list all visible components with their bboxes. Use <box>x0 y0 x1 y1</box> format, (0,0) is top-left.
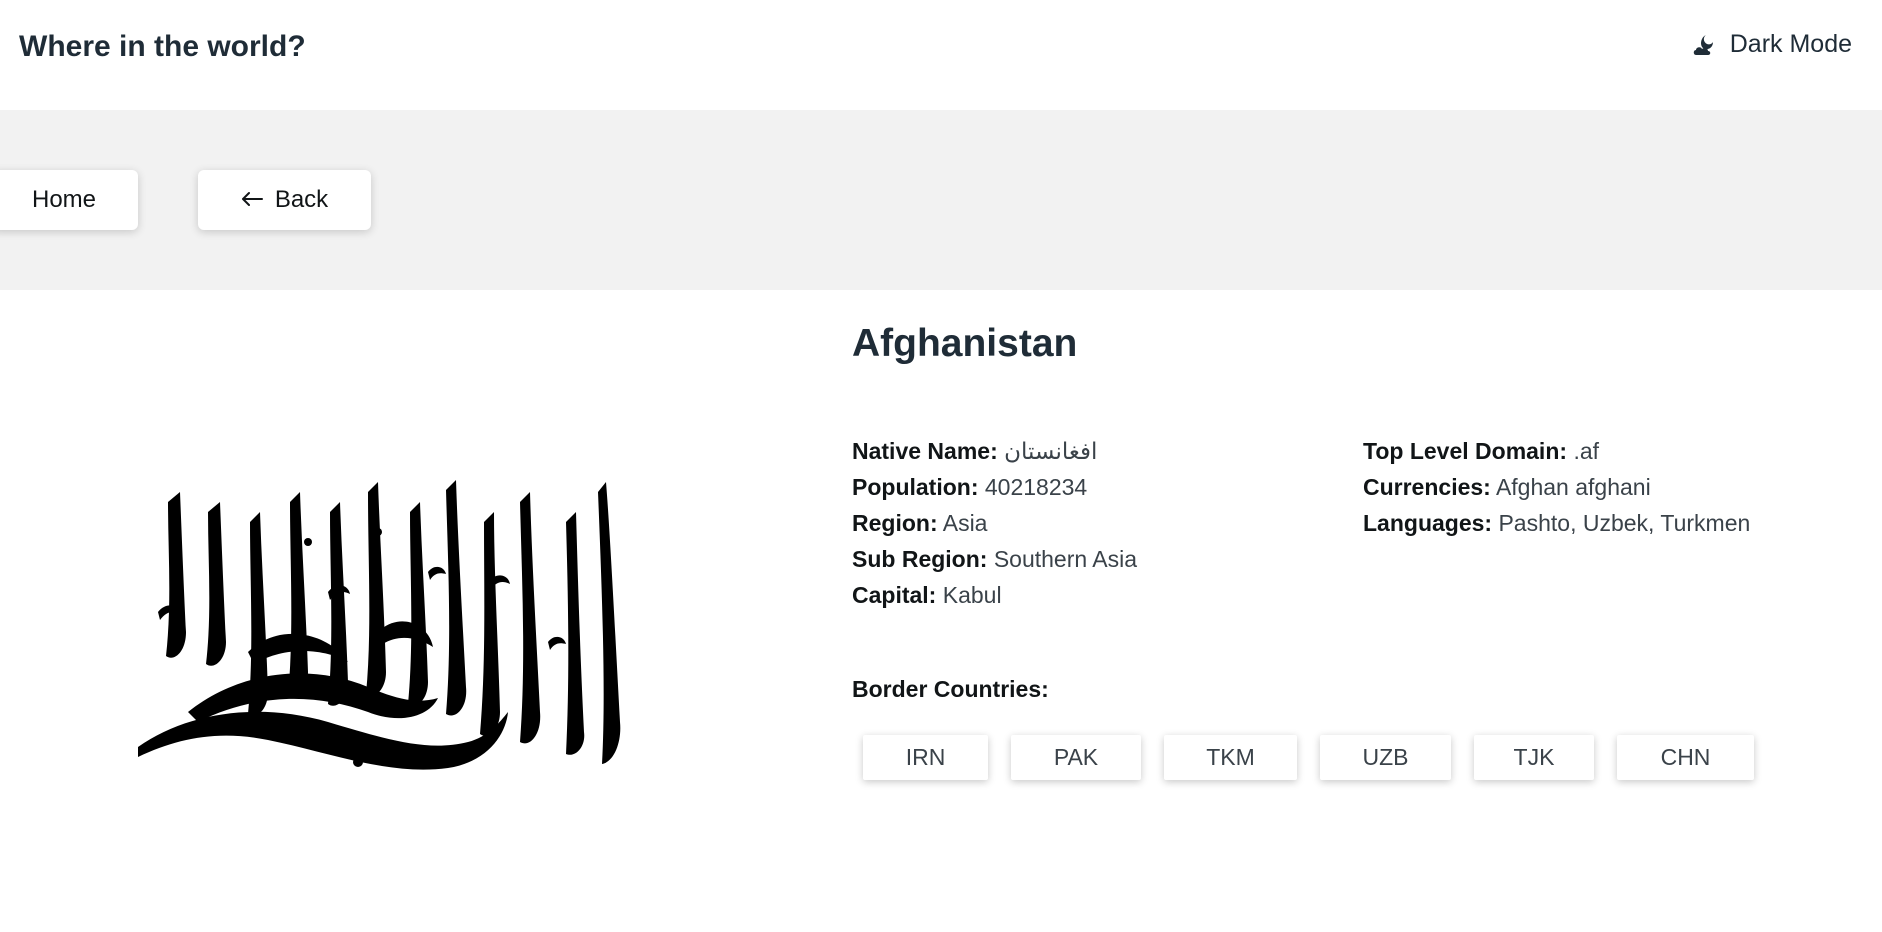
languages-row: Languages: Pashto, Uzbek, Turkmen <box>1363 505 1750 541</box>
country-flag <box>128 472 648 784</box>
detail-label: Population: <box>852 474 979 500</box>
currencies-row: Currencies: Afghan afghani <box>1363 469 1750 505</box>
detail-value: Kabul <box>942 582 1002 608</box>
home-button[interactable]: Home <box>0 170 138 230</box>
detail-label: Capital: <box>852 582 937 608</box>
home-button-label: Home <box>31 186 97 213</box>
top-level-domain-row: Top Level Domain: .af <box>1363 433 1750 469</box>
detail-label: Currencies: <box>1363 474 1491 500</box>
detail-value: Southern Asia <box>993 546 1138 572</box>
detail-value: 40218234 <box>984 474 1088 500</box>
country-name: Afghanistan <box>852 322 1078 365</box>
detail-value: افغانستان <box>1004 438 1098 464</box>
dark-mode-label: Dark Mode <box>1729 30 1852 58</box>
capital-row: Capital: Kabul <box>852 577 1137 613</box>
arrow-left-icon <box>241 186 263 214</box>
detail-label: Region: <box>852 510 938 536</box>
detail-value: Pashto, Uzbek, Turkmen <box>1498 510 1751 536</box>
border-country-chip-tkm[interactable]: TKM <box>1164 735 1297 780</box>
border-country-chip-irn[interactable]: IRN <box>863 735 988 780</box>
border-country-chip-chn[interactable]: CHN <box>1617 735 1754 780</box>
border-country-chip-tjk[interactable]: TJK <box>1474 735 1594 780</box>
app-title: Where in the world? <box>19 30 306 63</box>
border-countries-list: IRN PAK TKM UZB TJK CHN <box>863 735 1754 780</box>
detail-value: .af <box>1573 438 1600 464</box>
nav-band: Home Back <box>0 110 1882 290</box>
details-left-column: Native Name: افغانستان Population: 40218… <box>852 433 1137 613</box>
detail-value: Asia <box>942 510 988 536</box>
detail-label: Native Name: <box>852 438 998 464</box>
details-right-column: Top Level Domain: .af Currencies: Afghan… <box>1363 433 1750 541</box>
app-header: Where in the world? Dark Mode <box>0 0 1882 110</box>
region-row: Region: Asia <box>852 505 1137 541</box>
native-name-row: Native Name: افغانستان <box>852 433 1137 469</box>
border-country-chip-pak[interactable]: PAK <box>1011 735 1141 780</box>
back-button-label: Back <box>274 186 329 213</box>
detail-label: Sub Region: <box>852 546 988 572</box>
dark-mode-toggle[interactable]: Dark Mode <box>1692 30 1852 59</box>
moon-cloud-icon <box>1692 33 1718 57</box>
sub-region-row: Sub Region: Southern Asia <box>852 541 1137 577</box>
flag-calligraphy-image <box>128 472 648 784</box>
border-country-chip-uzb[interactable]: UZB <box>1320 735 1451 780</box>
detail-label: Top Level Domain: <box>1363 438 1568 464</box>
population-row: Population: 40218234 <box>852 469 1137 505</box>
border-countries-label: Border Countries: <box>852 676 1049 702</box>
detail-label: Languages: <box>1363 510 1493 536</box>
detail-value: Afghan afghani <box>1495 474 1651 500</box>
back-button[interactable]: Back <box>198 170 371 230</box>
